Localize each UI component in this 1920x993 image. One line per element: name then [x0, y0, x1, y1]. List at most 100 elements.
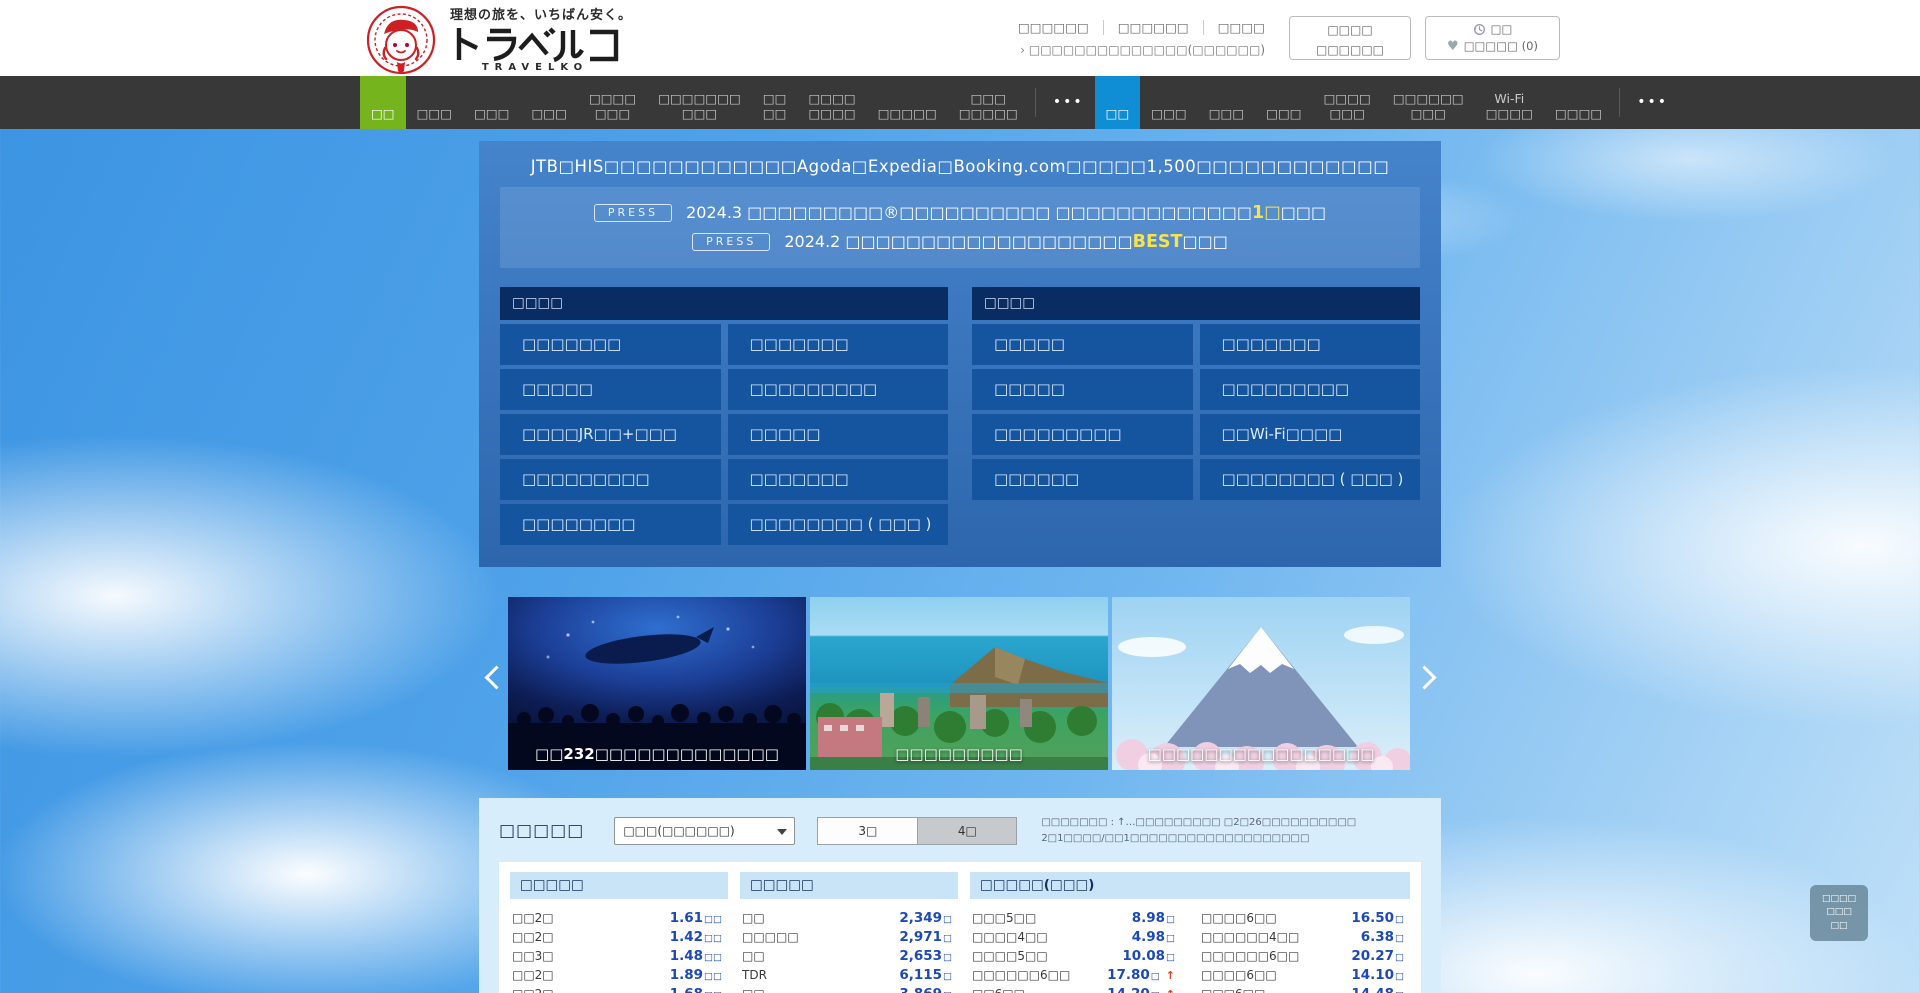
hero-panel: JTB□HIS□□□□□□□□□□□□Agoda□Expedia□Booking… — [479, 141, 1441, 567]
table-link[interactable]: □□□□□□□ — [1200, 324, 1421, 365]
nav-group-domestic: □□ □□□ □□□ □□□ □□□□□□□ □□□□□□□□□□ □□□□ □… — [360, 76, 1095, 129]
nav-item-domestic-top[interactable]: □□ — [360, 76, 406, 129]
heart-icon: ♥ — [1447, 38, 1459, 55]
price-row[interactable]: □□2,349□ — [740, 907, 958, 926]
press-release-link-1[interactable]: PRESS 2024.3 □□□□□□□□□®□□□□□□□□□□ □□□□□□… — [500, 198, 1420, 227]
table-link[interactable]: □□□□JR□□+□□□ — [500, 414, 721, 455]
overseas-tour-price-column: □□□□□(□□□) □□□5□□8.98□ □□□□4□□4.98□ □□□□… — [970, 872, 1410, 993]
price-row[interactable]: □□□□□2,971□ — [740, 926, 958, 945]
nav-item-overseas-3[interactable]: □□□ — [1255, 76, 1312, 129]
top-link-3[interactable]: □□□□ — [1203, 20, 1265, 35]
nav-item-domestic-6[interactable]: □□□□ — [752, 76, 798, 129]
top-bar: 理想の旅を、いちばん安く。 TRAVELKO □□□□□□ □□□□ — [0, 0, 1920, 76]
table-link[interactable]: □□□□□□ — [972, 459, 1193, 500]
nav-item-overseas-4[interactable]: □□□□□□□ — [1313, 76, 1382, 129]
press-badge: PRESS — [594, 204, 672, 222]
ellipsis-icon: ••• — [1637, 95, 1668, 110]
price-row[interactable]: □□2□1.42□□ — [510, 926, 728, 945]
history-label: □□ — [1491, 21, 1513, 38]
table-link[interactable]: □□□□□□□□ ( □□□ ) — [1200, 459, 1421, 500]
nav-item-overseas-top[interactable]: □□ — [1095, 76, 1141, 129]
site-logo[interactable]: 理想の旅を、いちばん安く。 TRAVELKO — [360, 0, 632, 76]
price-row[interactable]: □□□5□□8.98□ — [970, 907, 1181, 926]
nav-item-overseas-5[interactable]: □□□□□□□□□ — [1382, 76, 1475, 129]
table-link[interactable]: □□□□□□□□□ — [500, 459, 721, 500]
prev-arrow-icon[interactable] — [482, 659, 504, 699]
table-link[interactable]: □□□□□□□ — [728, 324, 949, 365]
nav-more-domestic[interactable]: ••• — [1042, 76, 1095, 129]
ticket-price-column: □□□□□ □□2,349□ □□□□□2,971□ □□2,653□ TDR6… — [740, 872, 958, 993]
table-link[interactable]: □□□□□ — [972, 324, 1193, 365]
price-row[interactable]: □□6□□14.20□↑ — [970, 983, 1181, 993]
price-row[interactable]: □□3,869□ — [740, 983, 958, 993]
table-link[interactable]: □□□□□□□ — [728, 459, 949, 500]
logo-tagline: 理想の旅を、いちばん安く。 — [450, 4, 632, 23]
table-link[interactable]: □□□□□ — [728, 414, 949, 455]
nav-item-overseas-1[interactable]: □□□ — [1140, 76, 1197, 129]
domestic-table-header: □□□□ — [500, 287, 948, 320]
price-row[interactable]: □□2□1.89□□ — [510, 964, 728, 983]
nav-item-overseas-7[interactable]: □□□□ — [1544, 76, 1613, 129]
tab-month-3[interactable]: 3□ — [818, 818, 917, 844]
price-row[interactable]: TDR6,115□ — [740, 964, 958, 983]
nav-item-domestic-2[interactable]: □□□ — [463, 76, 520, 129]
slide-caption: □□232□□□□□□□□□□□□□ — [508, 745, 806, 763]
price-row[interactable]: □□□□4□□4.98□ — [970, 926, 1181, 945]
price-row[interactable]: □□2,653□ — [740, 945, 958, 964]
table-link[interactable]: □□□□□□□□□ — [972, 414, 1193, 455]
table-link[interactable]: □□Wi-Fi□□□□ — [1200, 414, 1421, 455]
price-row[interactable]: □□□□6□□16.50□ — [1199, 907, 1410, 926]
carousel-slide-fuji[interactable]: □□□□□□□□□□□□□□□□ — [1112, 597, 1410, 770]
press-badge: PRESS — [692, 233, 770, 251]
chevron-right-icon: › — [1020, 43, 1025, 57]
nav-item-domestic-9[interactable]: □□□□□□□□ — [948, 76, 1029, 129]
price-row[interactable]: □□2□1.68□□ — [510, 983, 728, 993]
login-mypage-button[interactable]: □□□□ □□□□□□ — [1289, 16, 1411, 60]
nav-item-domestic-3[interactable]: □□□ — [521, 76, 578, 129]
area-select[interactable]: □□□(□□□□□□) — [614, 817, 795, 845]
table-link[interactable]: □□□□□□□□ — [500, 504, 721, 545]
nav-item-domestic-7[interactable]: □□□□□□□□ — [798, 76, 867, 129]
carousel-slide-aquarium[interactable]: □□232□□□□□□□□□□□□□ — [508, 597, 806, 770]
table-link[interactable]: □□□□□□□□ ( □□□ ) — [728, 504, 949, 545]
overseas-links-table: □□□□ □□□□□ □□□□□□□ □□□□□ □□□□□□□□□ □□□□□… — [972, 287, 1420, 545]
panel-note: □□□□□□□ : ↑…□□□□□□□□□ □2□26□□□□□□□□□□ 2□… — [1041, 815, 1356, 847]
column-header: □□□□□ — [510, 872, 728, 899]
domestic-links-table: □□□□ □□□□□□□ □□□□□□□ □□□□□ □□□□□□□□□ □□□… — [500, 287, 948, 545]
price-row[interactable]: □□□□□□6□□20.27□ — [1199, 945, 1410, 964]
nav-item-domestic-4[interactable]: □□□□□□□ — [578, 76, 647, 129]
nav-item-wifi-rental[interactable]: Wi-Fi□□□□ — [1475, 76, 1544, 129]
area-select-wrap: □□□(□□□□□□) — [614, 817, 795, 845]
table-link[interactable]: □□□□□ — [500, 369, 721, 410]
top-link-2[interactable]: □□□□□□ — [1103, 20, 1189, 35]
price-row[interactable]: □□3□1.48□□ — [510, 945, 728, 964]
price-row[interactable]: □□□□□□4□□6.38□ — [1199, 926, 1410, 945]
tab-month-4[interactable]: 4□ — [917, 818, 1016, 844]
top-link-1[interactable]: □□□□□□ — [1018, 20, 1089, 35]
next-arrow-icon[interactable] — [1416, 659, 1438, 699]
page-top-button[interactable]: □□□□ □□□ □□ — [1810, 885, 1868, 941]
hotel-price-column: □□□□□ □□2□1.61□□ □□2□1.42□□ □□3□1.48□□ □… — [510, 872, 728, 993]
nav-more-overseas[interactable]: ••• — [1626, 76, 1679, 129]
nav-item-domestic-5[interactable]: □□□□□□□□□□ — [647, 76, 752, 129]
press-release-box: PRESS 2024.3 □□□□□□□□□®□□□□□□□□□□ □□□□□□… — [500, 187, 1420, 268]
price-up-arrow-icon: ↑ — [1166, 988, 1175, 993]
price-row[interactable]: □□□□□□6□□17.80□↑ — [970, 964, 1181, 983]
nav-item-overseas-2[interactable]: □□□ — [1198, 76, 1255, 129]
nav-item-domestic-1[interactable]: □□□ — [406, 76, 463, 129]
table-link[interactable]: □□□□□□□ — [500, 324, 721, 365]
history-favorites-button[interactable]: □□ ♥ □□□□□ (0) — [1425, 16, 1560, 60]
table-link[interactable]: □□□□□□□□□ — [728, 369, 949, 410]
carousel-slide-hawaii[interactable]: □□□□□□□□□ — [810, 597, 1108, 770]
slide-caption: □□□□□□□□□□□□□□□□ — [1112, 745, 1410, 763]
price-row[interactable]: □□□□5□□10.08□ — [970, 945, 1181, 964]
price-row[interactable]: □□2□1.61□□ — [510, 907, 728, 926]
nav-item-domestic-8[interactable]: □□□□□ — [867, 76, 948, 129]
price-row[interactable]: □□□6□□14.48□ — [1199, 983, 1410, 993]
table-link[interactable]: □□□□□ — [972, 369, 1193, 410]
table-link[interactable]: □□□□□□□□□ — [1200, 369, 1421, 410]
nav-divider — [1619, 88, 1620, 117]
price-row[interactable]: □□□□6□□14.10□ — [1199, 964, 1410, 983]
breadcrumb[interactable]: ›□□□□□□□□□□□□□□(□□□□□□) — [1018, 43, 1265, 57]
press-release-link-2[interactable]: PRESS 2024.2 □□□□□□□□□□□□□□□□□□□BEST□□□ — [500, 227, 1420, 256]
